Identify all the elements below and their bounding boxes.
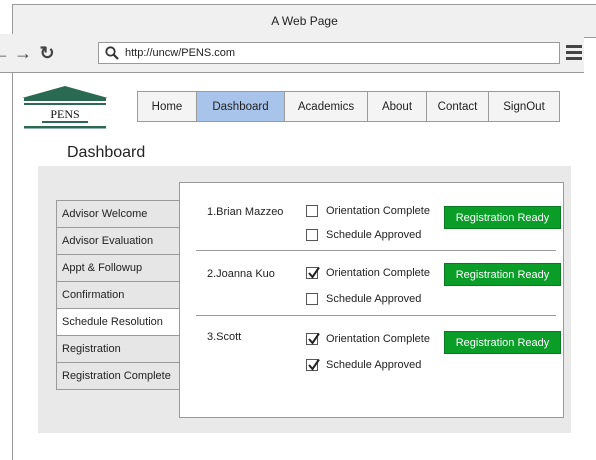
logo-text: PENS [50,107,79,121]
checkbox-label: Orientation Complete [326,333,430,345]
search-icon [105,46,119,60]
browser-toolbar: ← → ↻ http://uncw/PENS.com [0,34,584,73]
sidebar-item-registration-complete[interactable]: Registration Complete [56,362,180,390]
tab-signout[interactable]: SignOut [488,91,560,122]
main-nav: Home Dashboard Academics About Contact S… [137,91,560,122]
schedule-approved-checkbox[interactable]: Schedule Approved [306,229,421,241]
sidebar-item-advisor-welcome[interactable]: Advisor Welcome [56,200,180,228]
checkbox-label: Orientation Complete [326,267,430,279]
orientation-complete-checkbox[interactable]: Orientation Complete [306,266,430,279]
page-title: Dashboard [67,144,146,161]
sidebar-item-confirmation[interactable]: Confirmation [56,281,180,309]
divider [196,250,556,251]
checkbox-unchecked-icon [306,229,318,241]
pens-logo: PENS [22,86,108,129]
checkmark-icon [306,332,320,345]
registration-ready-button[interactable]: Registration Ready [444,206,561,229]
tab-about[interactable]: About [367,91,427,122]
schedule-approved-checkbox[interactable]: Schedule Approved [306,358,422,371]
registration-ready-button[interactable]: Registration Ready [444,331,561,354]
orientation-complete-checkbox[interactable]: Orientation Complete [306,332,430,345]
registration-ready-button[interactable]: Registration Ready [444,263,561,286]
tab-home[interactable]: Home [137,91,197,122]
checkbox-label: Orientation Complete [326,205,430,217]
hamburger-menu-icon[interactable] [566,45,582,61]
divider [196,315,556,316]
sidebar-item-registration[interactable]: Registration [56,335,180,363]
sidebar-item-appt-followup[interactable]: Appt & Followup [56,254,180,282]
student-list: 1.Brian Mazzeo Orientation Complete Sche… [179,182,564,418]
tab-contact[interactable]: Contact [426,91,489,122]
checkbox-label: Schedule Approved [326,293,422,305]
orientation-complete-checkbox[interactable]: Orientation Complete [306,205,430,217]
url-text: http://uncw/PENS.com [125,47,236,59]
sidebar-item-advisor-evaluation[interactable]: Advisor Evaluation [56,227,180,255]
sidebar: Advisor Welcome Advisor Evaluation Appt … [56,200,180,390]
checkbox-unchecked-icon [306,293,318,305]
checkbox-label: Schedule Approved [326,359,422,371]
reload-icon[interactable]: ↻ [38,43,56,63]
student-name: 3.Scott [207,331,242,343]
checkmark-icon [306,266,320,279]
student-name: 2.Joanna Kuo [207,268,275,280]
tab-academics[interactable]: Academics [284,91,368,122]
address-bar[interactable]: http://uncw/PENS.com [98,42,560,64]
checkbox-unchecked-icon [306,205,318,217]
student-name: 1.Brian Mazzeo [207,206,284,218]
schedule-approved-checkbox[interactable]: Schedule Approved [306,293,421,305]
back-arrow-icon[interactable]: ← [0,43,10,63]
tab-dashboard[interactable]: Dashboard [196,91,285,122]
checkbox-label: Schedule Approved [326,229,422,241]
forward-arrow-icon[interactable]: → [14,43,32,63]
sidebar-item-schedule-resolution[interactable]: Schedule Resolution [56,308,180,336]
checkmark-icon [306,358,320,371]
